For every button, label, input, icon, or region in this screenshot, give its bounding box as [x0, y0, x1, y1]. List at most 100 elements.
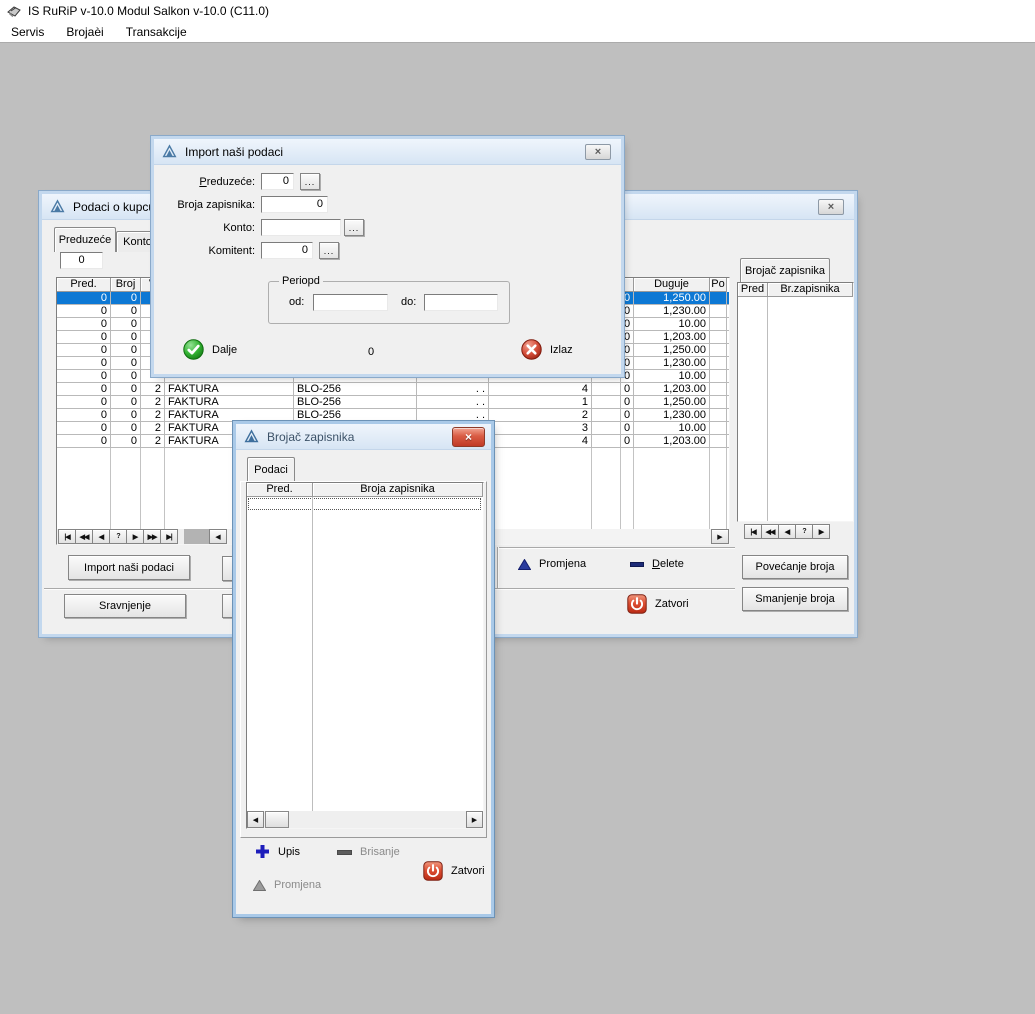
table-cell: 0 — [621, 383, 634, 395]
column-header[interactable]: Br.zapisnika — [768, 283, 853, 297]
tab-preduzece[interactable]: Preduzeće — [54, 227, 116, 252]
od-field[interactable] — [313, 294, 388, 311]
column-header[interactable]: Broja zapisnika — [313, 483, 483, 497]
column-header[interactable]: Duguje — [634, 278, 710, 292]
nav-refresh-icon[interactable]: ? — [109, 529, 127, 544]
table-cell: FAKTURA — [165, 383, 294, 395]
import-nasi-podaci-button[interactable]: Import naši podaci — [68, 555, 190, 580]
table-cell: . . — [417, 383, 489, 395]
brojac-grid-hscrollbar: ◀ ▶ — [247, 811, 483, 828]
table-cell: 0 — [621, 344, 634, 356]
promjena-button[interactable]: Promjena — [253, 879, 321, 891]
nav-next-icon[interactable]: ▶ — [126, 529, 144, 544]
tab-brojac-zapisnika[interactable]: Brojač zapisnika — [740, 258, 830, 283]
promjena-button[interactable]: Promjena — [518, 558, 586, 570]
table-cell: 0 — [57, 292, 111, 304]
table-cell: 1,230.00 — [634, 409, 710, 421]
table-cell: 0 — [57, 331, 111, 343]
dalje-button[interactable]: Dalje — [183, 339, 237, 360]
column-header[interactable]: Pred. — [57, 278, 111, 292]
brisanje-button[interactable]: Brisanje — [337, 846, 400, 858]
scroll-right-icon[interactable]: ▶ — [466, 811, 483, 828]
nav-last-icon[interactable]: ▶| — [160, 529, 178, 544]
minus-icon — [337, 847, 352, 858]
sravnjenje-button[interactable]: Sravnjenje — [64, 594, 186, 618]
menu-item-transakcije[interactable]: Transakcije — [115, 22, 198, 43]
table-cell: 0 — [621, 331, 634, 343]
table-cell — [710, 318, 727, 330]
table-cell — [710, 409, 727, 421]
nav-first-icon[interactable]: |◀ — [58, 529, 76, 544]
menu-item-servis[interactable]: Servis — [0, 22, 55, 43]
nav-prev-icon[interactable]: ◀ — [778, 524, 796, 539]
delete-button[interactable]: Delete — [630, 558, 684, 570]
table-cell: BLO-256 — [294, 409, 417, 421]
scroll-thumb[interactable] — [265, 811, 289, 828]
nav-next-icon[interactable]: ▶ — [812, 524, 830, 539]
brojac-grid[interactable]: Pred. Broja zapisnika ◀ ▶ — [246, 482, 484, 829]
table-cell: 0 — [57, 422, 111, 434]
focused-empty-row[interactable] — [248, 498, 481, 510]
do-field[interactable] — [424, 294, 498, 311]
preduzece-filter-input[interactable]: 0 — [60, 252, 103, 269]
table-cell: 0 — [57, 344, 111, 356]
column-header[interactable]: Pred — [738, 283, 768, 297]
scroll-left-icon[interactable]: ◀ — [247, 811, 264, 828]
table-row[interactable]: 002FAKTURABLO-256. .201,230.00 — [57, 409, 729, 422]
upis-button[interactable]: Upis — [255, 844, 300, 859]
scroll-left-icon[interactable]: ◀ — [209, 529, 227, 544]
column-header[interactable]: Po — [710, 278, 727, 292]
menu-item-brojaci[interactable]: Brojaèi — [55, 22, 114, 43]
column-header[interactable] — [621, 278, 634, 292]
komitent-lookup-button[interactable]: ... — [319, 242, 339, 259]
nav-fast-next-icon[interactable]: ▶▶ — [143, 529, 161, 544]
table-cell: 0 — [111, 305, 141, 317]
nav-refresh-icon[interactable]: ? — [795, 524, 813, 539]
app-title: IS RuRiP v-10.0 Modul Salkon v-10.0 (C11… — [28, 4, 269, 18]
zatvori-button[interactable]: Zatvori — [627, 594, 689, 614]
db-navigator: |◀◀◀◀?▶▶▶▶| — [58, 529, 177, 544]
izlaz-button[interactable]: Izlaz — [521, 339, 573, 360]
tab-podaci[interactable]: Podaci — [247, 457, 295, 482]
broja-zapisnika-field[interactable]: 0 — [261, 196, 328, 213]
povecanje-broja-button[interactable]: Povećanje broja — [742, 555, 848, 579]
komitent-field[interactable]: 0 — [261, 242, 313, 259]
table-cell — [592, 409, 621, 421]
table-row[interactable]: 002FAKTURABLO-256. .401,203.00 — [57, 383, 729, 396]
brojac-panel-grid[interactable]: Pred Br.zapisnika — [737, 282, 854, 522]
power-icon — [423, 861, 443, 881]
column-header[interactable]: Pred. — [247, 483, 313, 497]
table-cell: FAKTURA — [165, 409, 294, 421]
scroll-right-icon[interactable]: ▶ — [711, 529, 729, 544]
tab-konto[interactable]: Konto — [116, 231, 159, 252]
table-cell: 0 — [111, 331, 141, 343]
nav-first-icon[interactable]: |◀ — [744, 524, 762, 539]
import-title-bar[interactable]: Import naši podaci — [154, 139, 621, 165]
nav-prev-icon[interactable]: ◀ — [92, 529, 110, 544]
hidden-button-sliver-2[interactable] — [222, 594, 236, 618]
table-cell: 2 — [489, 409, 592, 421]
table-cell: 4 — [489, 435, 592, 447]
hscroll-track-left[interactable] — [184, 529, 209, 544]
zatvori-button[interactable]: Zatvori — [423, 861, 485, 881]
power-icon — [627, 594, 647, 614]
table-row[interactable]: 002FAKTURABLO-256. .101,250.00 — [57, 396, 729, 409]
column-header[interactable]: Broj — [111, 278, 141, 292]
table-cell: 0 — [57, 383, 111, 395]
close-icon[interactable]: × — [818, 199, 844, 215]
table-cell: 2 — [141, 435, 165, 447]
table-cell: 0 — [111, 357, 141, 369]
konto-field[interactable] — [261, 219, 341, 236]
preduzece-lookup-button[interactable]: ... — [300, 173, 320, 190]
konto-lookup-button[interactable]: ... — [344, 219, 364, 236]
konto-label: Konto: — [154, 222, 255, 234]
nav-fast-prev-icon[interactable]: ◀◀ — [75, 529, 93, 544]
close-icon[interactable]: × — [452, 427, 485, 447]
dialog-title: Import naši podaci — [185, 145, 283, 159]
smanjenje-broja-button[interactable]: Smanjenje broja — [742, 587, 848, 611]
table-cell: 0 — [621, 292, 634, 304]
close-icon[interactable]: × — [585, 144, 611, 160]
nav-fast-prev-icon[interactable]: ◀◀ — [761, 524, 779, 539]
hidden-button-sliver-1[interactable] — [222, 556, 236, 581]
preduzece-field[interactable]: 0 — [261, 173, 294, 190]
